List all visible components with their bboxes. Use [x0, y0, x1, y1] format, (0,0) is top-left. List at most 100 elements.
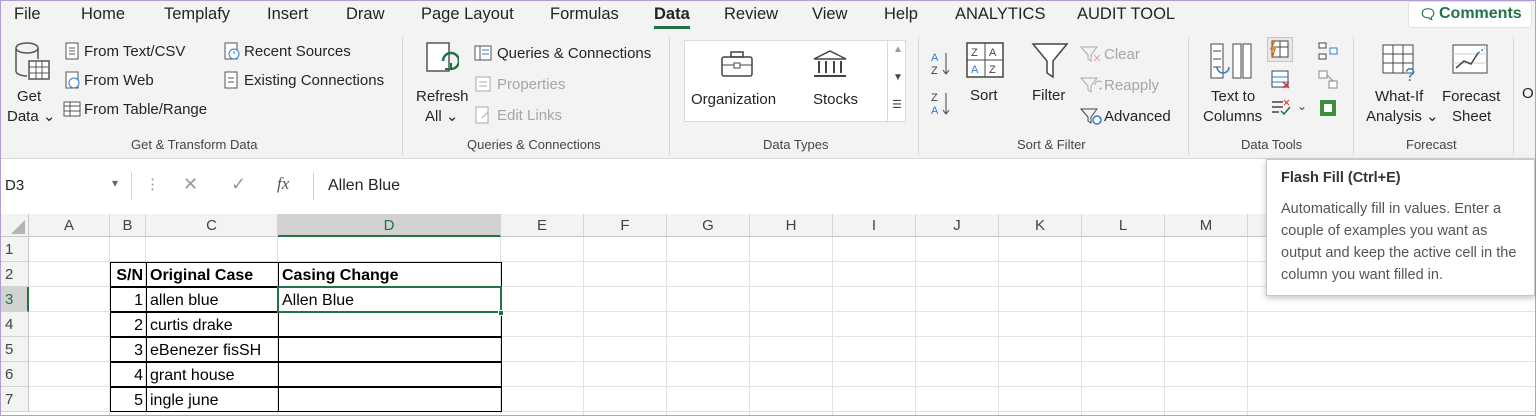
tab-insert[interactable]: Insert	[267, 5, 308, 24]
original-cell[interactable]: curtis drake	[146, 312, 279, 337]
row-header-6[interactable]: 6	[1, 362, 29, 387]
edit-links-button[interactable]: Edit Links	[474, 105, 574, 127]
changed-cell[interactable]: Allen Blue	[278, 287, 502, 312]
row-header-1[interactable]: 1	[1, 237, 29, 262]
insert-function-icon[interactable]: fx	[277, 174, 289, 194]
existing-connections-button[interactable]: Existing Connections	[223, 70, 393, 92]
row-header-7[interactable]: 7	[1, 387, 29, 412]
sn-cell[interactable]: 5	[110, 387, 147, 412]
name-box[interactable]: D3 ▾	[1, 172, 132, 200]
sn-cell[interactable]: 1	[110, 287, 147, 312]
column-header-k[interactable]: K	[999, 214, 1082, 237]
comments-button[interactable]: 🗨 Comments	[1408, 1, 1532, 28]
tab-file[interactable]: File	[14, 5, 41, 24]
changed-cell[interactable]	[278, 337, 502, 362]
from-table-range-button[interactable]: From Table/Range	[63, 99, 213, 121]
tab-data[interactable]: Data	[654, 5, 690, 24]
from-text-csv-button[interactable]: From Text/CSV	[63, 41, 193, 63]
what-if-analysis-button[interactable]: ? What-If Analysis ⌄	[1363, 41, 1439, 131]
tab-draw[interactable]: Draw	[346, 5, 385, 24]
svg-text:Z: Z	[931, 65, 938, 77]
column-header-g[interactable]: G	[667, 214, 750, 237]
flash-fill-button[interactable]	[1267, 37, 1293, 62]
queries-connections-label: Queries & Connections	[497, 45, 652, 62]
get-data-button[interactable]: Get Data ⌄	[5, 39, 55, 131]
row-header-4[interactable]: 4	[1, 312, 29, 337]
outline-partial-label[interactable]: O	[1522, 85, 1534, 103]
tab-help[interactable]: Help	[884, 5, 918, 24]
select-all-corner[interactable]	[1, 214, 29, 237]
header-cell-sn[interactable]: S/N	[110, 262, 147, 287]
column-header-e[interactable]: E	[501, 214, 584, 237]
row-header-3[interactable]: 3	[1, 287, 29, 312]
tab-templafy[interactable]: Templafy	[164, 5, 230, 24]
column-header-a[interactable]: A	[29, 214, 110, 237]
refresh-all-button[interactable]: Refresh All ⌄	[413, 41, 469, 131]
data-types-scroll[interactable]: ▲ ▼ ☰	[887, 40, 907, 122]
clear-label: Clear	[1104, 46, 1140, 63]
original-cell[interactable]: eBenezer fisSH	[146, 337, 279, 362]
row-header-5[interactable]: 5	[1, 337, 29, 362]
tab-formulas[interactable]: Formulas	[550, 5, 619, 24]
sn-cell[interactable]: 4	[110, 362, 147, 387]
reapply-button[interactable]: Reapply	[1080, 75, 1165, 97]
column-header-f[interactable]: F	[584, 214, 667, 237]
header-cell-changed[interactable]: Casing Change	[278, 262, 502, 287]
sn-cell[interactable]: 2	[110, 312, 147, 337]
original-cell[interactable]: allen blue	[146, 287, 279, 312]
row-header-2[interactable]: 2	[1, 262, 29, 287]
tab-page-layout[interactable]: Page Layout	[421, 5, 514, 24]
briefcase-icon	[721, 51, 753, 77]
scroll-up-icon[interactable]: ▲	[893, 44, 903, 55]
column-header-b[interactable]: B	[110, 214, 146, 237]
original-cell[interactable]: ingle june	[146, 387, 279, 412]
existing-connections-label: Existing Connections	[244, 72, 385, 89]
remove-duplicates-button[interactable]	[1269, 69, 1293, 91]
original-cell[interactable]: grant house	[146, 362, 279, 387]
sort-dialog-icon: Z AA Z	[966, 42, 1004, 78]
text-to-columns-button[interactable]: Text to Columns	[1199, 41, 1269, 131]
queries-connections-button[interactable]: Queries & Connections	[474, 43, 659, 65]
column-header-i[interactable]: I	[833, 214, 916, 237]
scroll-down-icon[interactable]: ▼	[893, 72, 903, 83]
column-header-j[interactable]: J	[916, 214, 999, 237]
more-icon[interactable]: ☰	[892, 98, 902, 111]
tab-review[interactable]: Review	[724, 5, 778, 24]
tab-audit-tool[interactable]: AUDIT TOOL	[1077, 5, 1175, 24]
formula-buttons: ✕ ✓ fx	[169, 172, 312, 200]
column-header-c[interactable]: C	[146, 214, 278, 237]
relationships-button[interactable]	[1317, 69, 1339, 91]
data-validation-button[interactable]: ⌄	[1269, 97, 1309, 119]
sort-az-button[interactable]: AZ	[929, 49, 955, 77]
sort-za-button[interactable]: ZA	[929, 89, 955, 117]
changed-cell[interactable]	[278, 362, 502, 387]
clear-filter-button[interactable]: Clear	[1080, 44, 1150, 66]
from-web-button[interactable]: From Web	[63, 70, 163, 92]
forecast-sheet-button[interactable]: Forecast Sheet	[1439, 41, 1505, 131]
manage-data-model-button[interactable]	[1317, 97, 1339, 119]
tab-analytics[interactable]: ANALYTICS	[955, 5, 1045, 24]
organization-data-type[interactable]: Organization	[689, 47, 784, 117]
sort-button[interactable]: ZAAZ Sort	[963, 41, 1007, 121]
drag-handle-icon[interactable]: ⋮	[145, 175, 160, 193]
properties-button[interactable]: Properties	[474, 74, 574, 96]
column-header-d[interactable]: D	[278, 214, 501, 237]
filter-button[interactable]: Filter	[1028, 41, 1072, 121]
changed-cell[interactable]	[278, 312, 502, 337]
consolidate-button[interactable]	[1317, 41, 1339, 63]
column-header-l[interactable]: L	[1082, 214, 1165, 237]
tab-view[interactable]: View	[812, 5, 847, 24]
recent-sources-button[interactable]: Recent Sources	[223, 41, 353, 63]
cancel-icon[interactable]: ✕	[183, 174, 198, 195]
fill-handle[interactable]	[498, 310, 504, 316]
sn-cell[interactable]: 3	[110, 337, 147, 362]
stocks-data-type[interactable]: Stocks	[795, 47, 865, 117]
enter-icon[interactable]: ✓	[231, 174, 246, 195]
name-box-dropdown-icon[interactable]: ▾	[112, 176, 118, 190]
column-header-h[interactable]: H	[750, 214, 833, 237]
column-header-m[interactable]: M	[1165, 214, 1248, 237]
advanced-filter-button[interactable]: Advanced	[1080, 106, 1175, 128]
header-cell-original[interactable]: Original Case	[146, 262, 279, 287]
changed-cell[interactable]	[278, 387, 502, 412]
tab-home[interactable]: Home	[81, 5, 125, 24]
